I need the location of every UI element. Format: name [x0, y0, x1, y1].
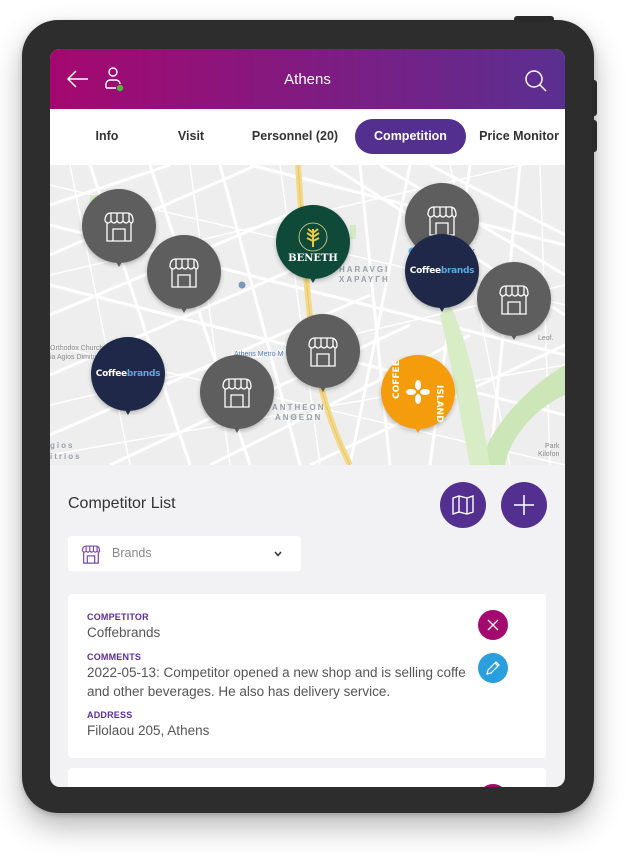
volume-down-button — [592, 120, 597, 152]
coffee-island-label-island: ISLAND — [434, 385, 444, 423]
map-pin-shop[interactable] — [82, 189, 156, 269]
comments-text: 2022-05-13: Competitor opened a new shop… — [87, 665, 466, 699]
competitor-map[interactable]: HARAVGI ΧΑΡΑΥΓΗ ANTHEON ΑΝΘΕΩΝ Athens Me… — [50, 165, 565, 465]
map-label-agios-2: itrios — [50, 452, 82, 461]
store-icon — [427, 206, 457, 236]
coffeebrands-label: Coffeebrands — [409, 266, 475, 276]
coffeebrands-label-part: Coffee — [409, 266, 441, 276]
coffeebrands-label: Coffeebrands — [95, 369, 161, 379]
map-pin-shop[interactable] — [286, 314, 360, 394]
coffee-island-label-coffee: COFFEE — [392, 360, 402, 399]
map-pin-shop[interactable] — [477, 262, 551, 342]
competitor-list-title: Competitor List — [68, 495, 176, 512]
map-pin-coffeebrands[interactable]: Coffeebrands — [91, 337, 165, 417]
store-icon — [499, 285, 529, 315]
map-pin-coffee-island[interactable]: COFFEE ISLAND — [381, 355, 455, 435]
tab-visit[interactable]: Visit — [166, 119, 216, 154]
coffeebrands-label-part: brands — [440, 266, 475, 276]
store-icon — [81, 545, 101, 564]
brands-filter-value: Brands — [112, 546, 152, 560]
tab-bar: Info Visit Personnel (20) Competition Pr… — [50, 109, 565, 165]
tab-competition[interactable]: Competition — [355, 119, 466, 154]
tab-personnel[interactable]: Personnel (20) — [248, 119, 342, 154]
map-label-park: Park — [545, 443, 560, 450]
app-header: Athens — [50, 49, 565, 109]
tab-info[interactable]: Info — [82, 119, 132, 154]
map-label-park-2: Kilofon — [538, 451, 560, 458]
beneth-label: BENETH — [288, 252, 338, 264]
store-icon — [222, 378, 252, 408]
edit-button[interactable] — [478, 653, 508, 683]
map-pin-coffeebrands[interactable]: Coffeebrands — [405, 234, 479, 314]
search-icon[interactable] — [524, 69, 548, 98]
map-pin-shop[interactable] — [200, 355, 274, 435]
address-label: ADDRESS — [87, 710, 133, 720]
close-icon — [487, 619, 499, 631]
page-title: Athens — [284, 71, 331, 88]
delete-button[interactable] — [478, 610, 508, 640]
brands-filter-select[interactable]: Brands — [68, 536, 301, 571]
volume-up-button — [592, 80, 597, 116]
tab-price-monitor[interactable]: Price Monitor — [474, 119, 564, 154]
power-button — [514, 16, 554, 22]
map-label-antheon: ANTHEON — [272, 403, 326, 412]
comments-label: COMMENTS — [87, 652, 142, 662]
delete-button[interactable] — [478, 784, 508, 787]
competitor-card[interactable]: COMPETITOR Coffebrands COMMENTS 2022-05-… — [68, 594, 546, 758]
plus-icon — [514, 495, 534, 515]
chevron-down-icon — [274, 551, 282, 557]
map-label-agios: gios — [50, 441, 75, 450]
pencil-icon — [486, 661, 500, 675]
wheat-logo-icon — [298, 222, 328, 251]
map-label-antheon-greek: ΑΝΘΕΩΝ — [275, 413, 323, 422]
competitor-name: Coffebrands — [87, 625, 161, 640]
coffeebrands-label-part: brands — [126, 369, 161, 379]
map-pin-beneth[interactable]: BENETH — [276, 205, 350, 285]
store-icon — [169, 258, 199, 288]
competitor-card[interactable] — [68, 768, 546, 787]
store-icon — [104, 212, 134, 242]
flower-logo-icon — [406, 380, 430, 404]
add-competitor-button[interactable] — [501, 482, 547, 528]
map-view-button[interactable] — [440, 482, 486, 528]
coffeebrands-label-part: Coffee — [95, 369, 127, 379]
address-text: Filolaou 205, Athens — [87, 723, 210, 738]
map-pin-shop[interactable] — [147, 235, 221, 315]
competitor-label: COMPETITOR — [87, 612, 149, 622]
app-screen: Athens Info Visit Personnel (20) Competi… — [50, 49, 565, 787]
map-icon — [452, 495, 474, 515]
store-icon — [308, 337, 338, 367]
